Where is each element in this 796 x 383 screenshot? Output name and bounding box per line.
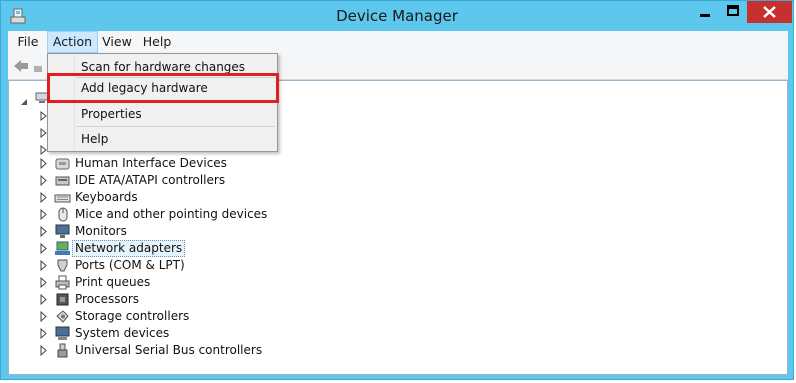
collapsed-caret-icon[interactable]: [39, 155, 49, 172]
close-button[interactable]: [747, 1, 792, 23]
tree-item-storage-controllers[interactable]: Storage controllers: [9, 308, 309, 325]
menu-bar: File Action View Help: [8, 31, 788, 53]
expanded-caret-icon: [21, 99, 27, 105]
tree-item-print-queues[interactable]: Print queues: [9, 274, 309, 291]
system-device-icon: [54, 325, 71, 342]
forward-arrow-icon: [34, 66, 42, 72]
usb-icon: [54, 342, 71, 359]
root-expand-caret[interactable]: [20, 91, 28, 110]
collapsed-caret-icon[interactable]: [39, 342, 49, 359]
tree-item-label: Human Interface Devices: [75, 156, 227, 170]
collapsed-caret-icon[interactable]: [39, 325, 49, 342]
tree-item-label: IDE ATA/ATAPI controllers: [75, 173, 226, 187]
menu-file[interactable]: File: [11, 31, 45, 53]
maximize-button[interactable]: [719, 1, 747, 23]
mouse-icon: [54, 206, 71, 223]
forward-button[interactable]: [34, 60, 44, 79]
menu-item-scan-hardware-changes[interactable]: Scan for hardware changes: [81, 60, 245, 74]
collapsed-caret-icon[interactable]: [39, 223, 49, 240]
hid-icon: [54, 155, 71, 172]
collapsed-caret-icon[interactable]: [39, 257, 49, 274]
minimize-icon: [700, 14, 710, 17]
tree-item-label: Network adapters: [72, 240, 186, 257]
tree-item-processors[interactable]: Processors: [9, 291, 309, 308]
menu-action[interactable]: Action: [47, 31, 98, 53]
back-arrow-icon: [14, 60, 28, 72]
menu-item-help[interactable]: Help: [81, 132, 108, 146]
storage-controller-icon: [54, 308, 71, 325]
tree-item-label: Storage controllers: [75, 309, 190, 323]
collapsed-caret-icon[interactable]: [39, 308, 49, 325]
tree-item-label: Print queues: [75, 275, 151, 289]
collapsed-caret-icon[interactable]: [39, 206, 49, 223]
highlight-annotation-box: [47, 73, 279, 103]
tree-item-ide-ata-atapi-controllers[interactable]: IDE ATA/ATAPI controllers: [9, 172, 309, 189]
collapsed-caret-icon[interactable]: [39, 172, 49, 189]
tree-item-label: Keyboards: [75, 190, 138, 204]
tree-item-human-interface-devices[interactable]: Human Interface Devices: [9, 155, 309, 172]
window-title: Device Manager: [336, 7, 458, 25]
tree-item-label: System devices: [75, 326, 170, 340]
tree-item-label: Monitors: [75, 224, 127, 238]
tree-item-keyboards[interactable]: Keyboards: [9, 189, 309, 206]
printer-icon: [54, 274, 71, 291]
tree-item-label: Processors: [75, 292, 140, 306]
back-button[interactable]: [13, 58, 29, 78]
collapsed-caret-icon[interactable]: [39, 240, 49, 257]
menu-view[interactable]: View: [99, 31, 135, 53]
tree-item-network-adapters[interactable]: Network adapters: [9, 240, 309, 257]
tree-item-usb-controllers[interactable]: Universal Serial Bus controllers: [9, 342, 309, 359]
collapsed-caret-icon[interactable]: [39, 291, 49, 308]
tree-item-label: Universal Serial Bus controllers: [75, 343, 263, 357]
device-manager-window: Device Manager File Action View Help Hum…: [0, 0, 794, 380]
keyboard-icon: [54, 189, 71, 206]
port-icon: [54, 257, 71, 274]
close-icon: [763, 6, 776, 18]
processor-icon: [54, 291, 71, 308]
network-adapter-icon: [54, 240, 71, 257]
ide-controller-icon: [54, 172, 71, 189]
title-bar[interactable]: Device Manager: [1, 1, 793, 31]
collapsed-caret-icon[interactable]: [39, 274, 49, 291]
maximize-icon: [727, 5, 739, 16]
tree-item-label: Ports (COM & LPT): [75, 258, 185, 272]
minimize-button[interactable]: [691, 1, 719, 23]
tree-item-system-devices[interactable]: System devices: [9, 325, 309, 342]
menu-item-properties[interactable]: Properties: [81, 107, 142, 121]
collapsed-caret-icon[interactable]: [39, 189, 49, 206]
menu-help[interactable]: Help: [139, 31, 175, 53]
tree-item-monitors[interactable]: Monitors: [9, 223, 309, 240]
tree-item-mice[interactable]: Mice and other pointing devices: [9, 206, 309, 223]
tree-item-ports[interactable]: Ports (COM & LPT): [9, 257, 309, 274]
monitor-icon: [54, 223, 71, 240]
menu-separator: [76, 126, 275, 127]
tree-item-label: Mice and other pointing devices: [75, 207, 268, 221]
